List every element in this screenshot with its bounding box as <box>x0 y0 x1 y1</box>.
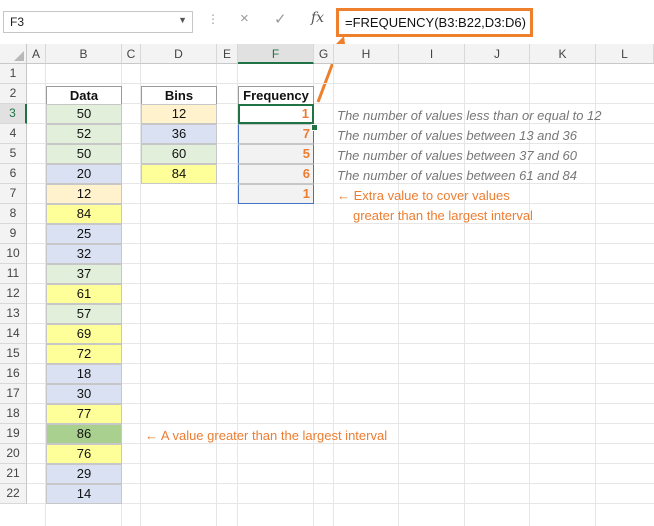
data-cell[interactable]: 72 <box>46 344 122 364</box>
name-box[interactable]: F3 ▼ <box>3 11 193 33</box>
select-all-corner[interactable] <box>0 44 27 64</box>
data-cell[interactable]: 12 <box>46 184 122 204</box>
data-cell[interactable]: 29 <box>46 464 122 484</box>
column-header-b[interactable]: B <box>46 44 122 64</box>
column-header-f[interactable]: F <box>238 44 314 64</box>
frequency-cell[interactable]: 5 <box>238 144 314 164</box>
data-cell[interactable]: 25 <box>46 224 122 244</box>
row-header-7[interactable]: 7 <box>0 184 27 204</box>
column-header-d[interactable]: D <box>141 44 217 64</box>
bin-cell[interactable]: 12 <box>141 104 217 124</box>
column-header-c[interactable]: C <box>122 44 141 64</box>
data-cell[interactable]: 77 <box>46 404 122 424</box>
extra-value-note: ← Extra value to cover values <box>337 188 510 203</box>
row-header-22[interactable]: 22 <box>0 484 27 504</box>
column-header-l[interactable]: L <box>596 44 654 64</box>
data-cell[interactable]: 50 <box>46 104 122 124</box>
row-header-5[interactable]: 5 <box>0 144 27 164</box>
data-header[interactable]: Data <box>46 86 122 106</box>
column-header-a[interactable]: A <box>27 44 46 64</box>
bins-header[interactable]: Bins <box>141 86 217 106</box>
note-row3: The number of values less than or equal … <box>337 108 602 123</box>
row-header-20[interactable]: 20 <box>0 444 27 464</box>
note-row5: The number of values between 37 and 60 <box>337 148 577 163</box>
row-header-10[interactable]: 10 <box>0 244 27 264</box>
row-header-15[interactable]: 15 <box>0 344 27 364</box>
row-header-1[interactable]: 1 <box>0 64 27 84</box>
formula-input[interactable]: =FREQUENCY(B3:B22,D3:D6) <box>336 8 533 37</box>
row-header-18[interactable]: 18 <box>0 404 27 424</box>
largest-value-note: ← A value greater than the largest inter… <box>145 428 388 443</box>
column-header-e[interactable]: E <box>217 44 238 64</box>
data-cell[interactable]: 57 <box>46 304 122 324</box>
row-header-9[interactable]: 9 <box>0 224 27 244</box>
frequency-header[interactable]: Frequency <box>238 86 314 106</box>
row-header-14[interactable]: 14 <box>0 324 27 344</box>
frequency-cell[interactable]: 7 <box>238 124 314 144</box>
cancel-icon[interactable]: × <box>240 10 249 27</box>
bin-cell[interactable]: 36 <box>141 124 217 144</box>
insert-function-icon[interactable]: fx <box>311 10 324 26</box>
data-cell[interactable]: 37 <box>46 264 122 284</box>
data-cell[interactable]: 50 <box>46 144 122 164</box>
column-header-i[interactable]: I <box>399 44 465 64</box>
note-row6: The number of values between 61 and 84 <box>337 168 577 183</box>
frequency-cell[interactable]: 1 <box>238 104 314 124</box>
data-cell[interactable]: 52 <box>46 124 122 144</box>
column-header-g[interactable]: G <box>314 44 334 64</box>
data-cell[interactable]: 84 <box>46 204 122 224</box>
formula-text: =FREQUENCY(B3:B22,D3:D6) <box>345 15 526 30</box>
row-header-8[interactable]: 8 <box>0 204 27 224</box>
frequency-cell[interactable]: 1 <box>238 184 314 204</box>
frequency-cell[interactable]: 6 <box>238 164 314 184</box>
data-cell[interactable]: 61 <box>46 284 122 304</box>
row-header-19[interactable]: 19 <box>0 424 27 444</box>
note-row4: The number of values between 13 and 36 <box>337 128 577 143</box>
chevron-down-icon[interactable]: ▼ <box>178 15 187 25</box>
data-cell[interactable]: 69 <box>46 324 122 344</box>
column-header-j[interactable]: J <box>465 44 530 64</box>
enter-icon[interactable]: ✓ <box>274 10 287 28</box>
data-cell[interactable]: 14 <box>46 484 122 504</box>
bin-cell[interactable]: 84 <box>141 164 217 184</box>
data-cell[interactable]: 18 <box>46 364 122 384</box>
row-header-12[interactable]: 12 <box>0 284 27 304</box>
data-cell[interactable]: 30 <box>46 384 122 404</box>
data-cell[interactable]: 20 <box>46 164 122 184</box>
fill-handle[interactable] <box>311 124 318 131</box>
data-cell[interactable]: 32 <box>46 244 122 264</box>
name-box-value: F3 <box>10 15 25 29</box>
more-dots-icon: ⋮ <box>207 12 219 26</box>
row-header-16[interactable]: 16 <box>0 364 27 384</box>
row-header-11[interactable]: 11 <box>0 264 27 284</box>
row-header-21[interactable]: 21 <box>0 464 27 484</box>
bin-cell[interactable]: 60 <box>141 144 217 164</box>
extra-value-note-line2: greater than the largest interval <box>353 208 533 223</box>
column-header-h[interactable]: H <box>334 44 399 64</box>
data-cell[interactable]: 76 <box>46 444 122 464</box>
column-header-k[interactable]: K <box>530 44 596 64</box>
gridline <box>595 64 596 526</box>
row-header-13[interactable]: 13 <box>0 304 27 324</box>
row-header-4[interactable]: 4 <box>0 124 27 144</box>
gridline <box>333 64 334 526</box>
row-header-17[interactable]: 17 <box>0 384 27 404</box>
data-cell[interactable]: 86 <box>46 424 122 444</box>
row-header-2[interactable]: 2 <box>0 84 27 104</box>
row-header-6[interactable]: 6 <box>0 164 27 184</box>
row-header-3[interactable]: 3 <box>0 104 27 124</box>
